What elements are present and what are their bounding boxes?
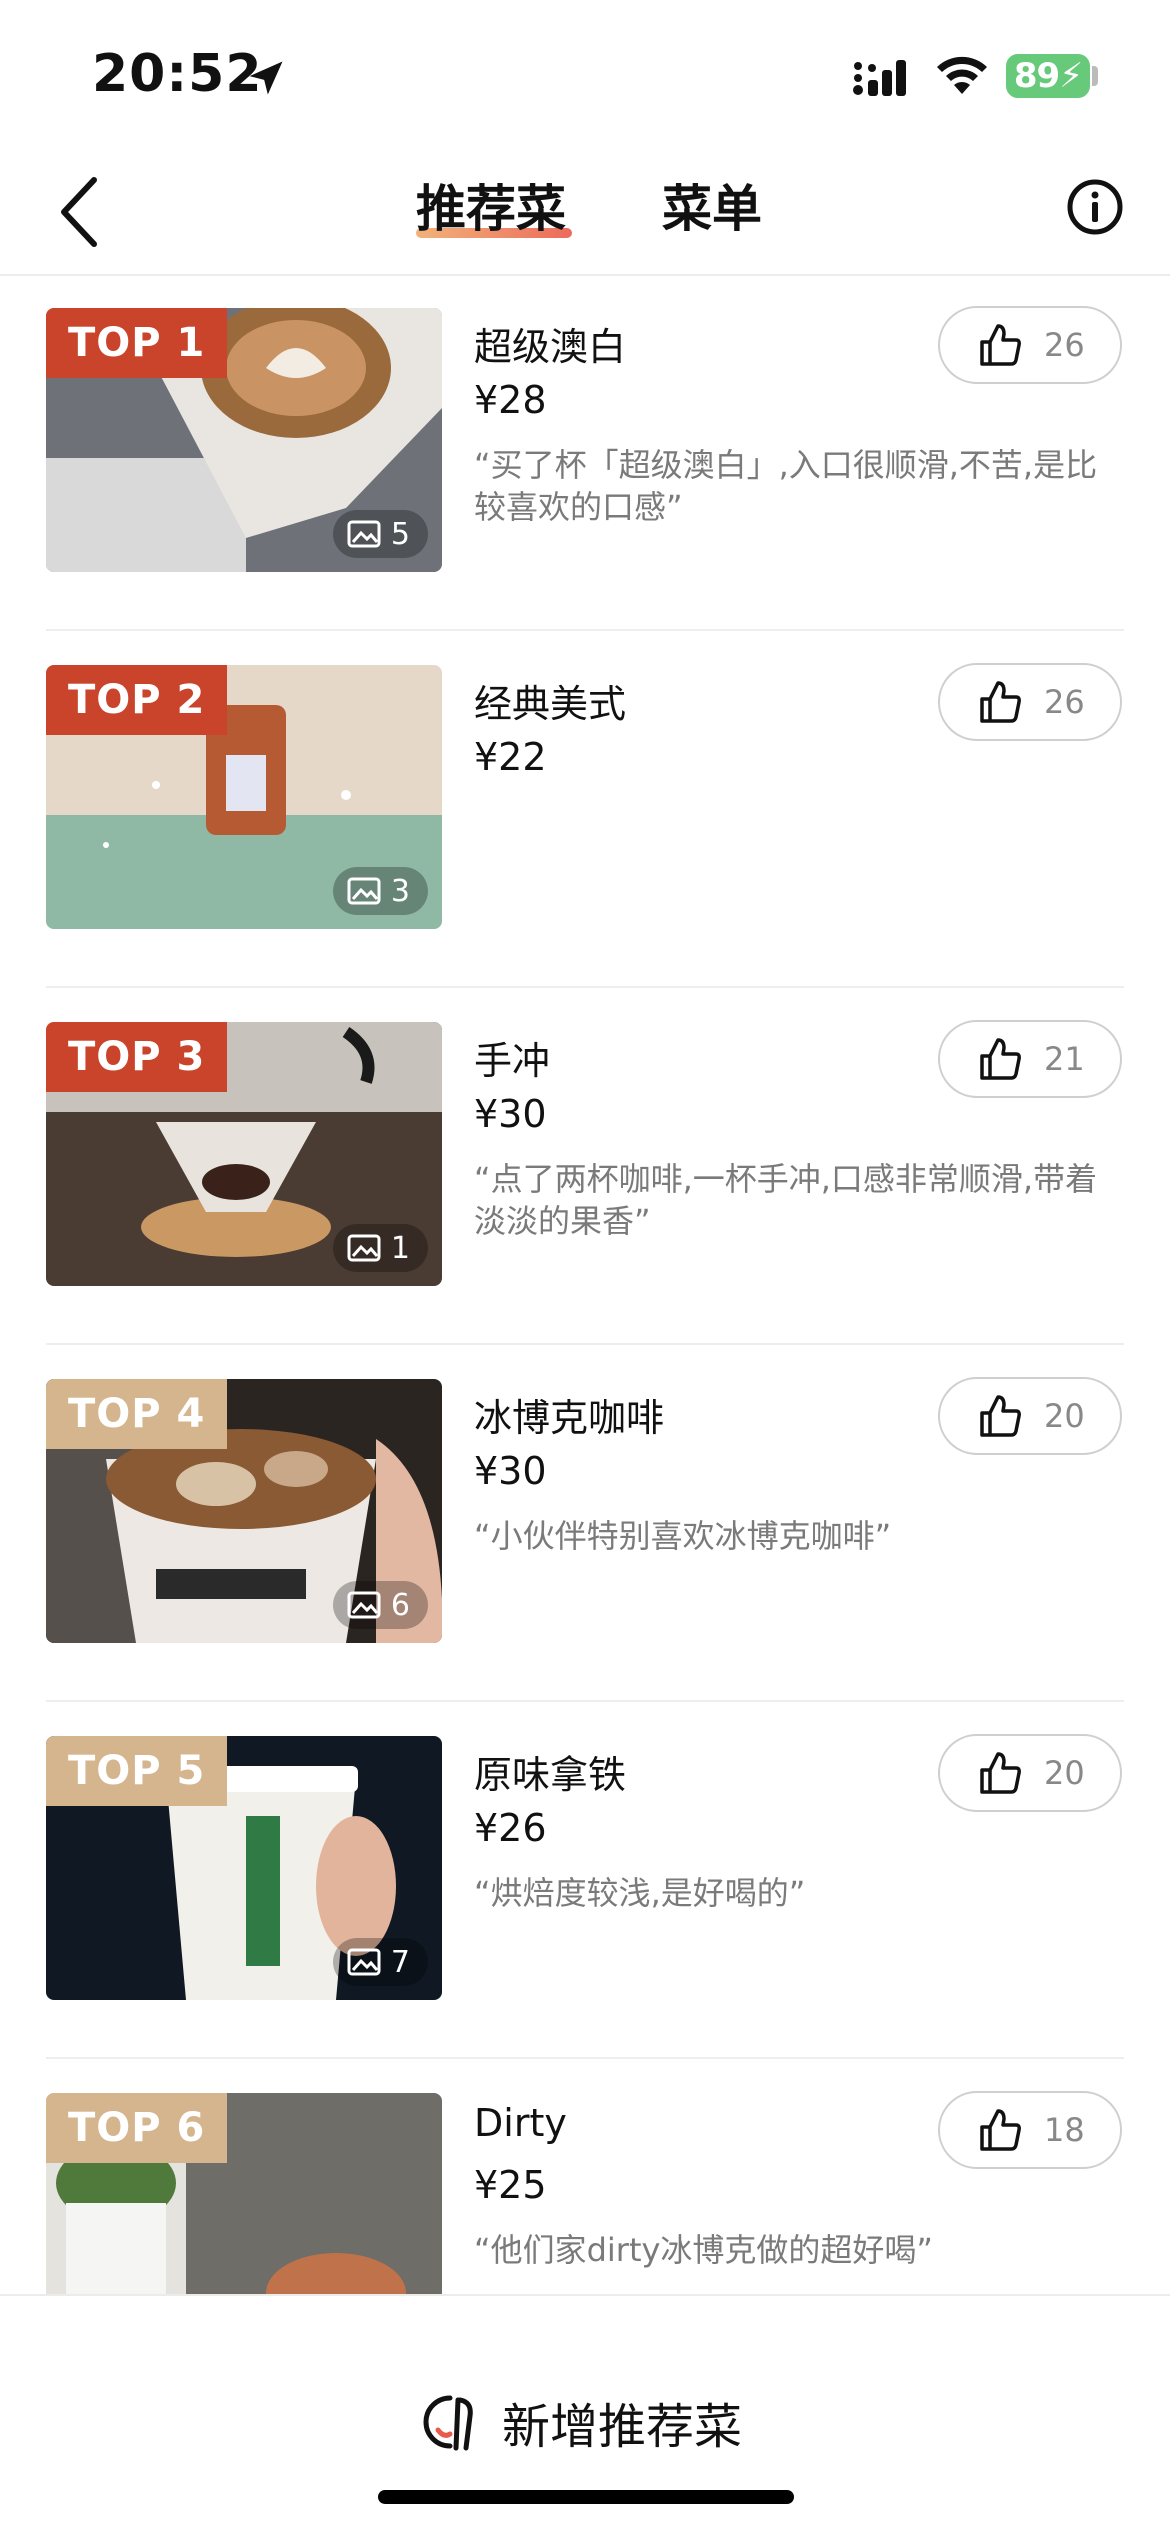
battery-indicator: 89 ⚡ [1006, 54, 1090, 98]
dish-price: ¥22 [474, 735, 547, 779]
nav-bar: 推荐菜 菜单 [0, 150, 1170, 276]
location-arrow-icon [249, 61, 283, 95]
photo-count-value: 5 [390, 516, 410, 552]
dish-item[interactable]: TOP 2 3 经典美式 ¥22 26 [0, 631, 1170, 988]
add-recommended-dish-button[interactable]: 新增推荐菜 [420, 2386, 742, 2458]
like-count: 18 [1044, 2111, 1085, 2149]
thumbs-up-icon [980, 1395, 1021, 1437]
status-time: 20:52 [92, 44, 263, 104]
dish-item[interactable]: TOP 1 5 超级澳白 ¥28 “买了杯「超级澳白」,入口很顺滑,不苦,是比较… [0, 274, 1170, 631]
rank-badge: TOP 5 [46, 1736, 228, 1806]
home-indicator[interactable] [378, 2490, 794, 2504]
photo-count-value: 6 [390, 1587, 410, 1623]
photo-count-value: 7 [390, 1944, 410, 1980]
dish-review: “点了两杯咖啡,一杯手冲,口感非常顺滑,带着淡淡的果香” [474, 1160, 1098, 1240]
thumbs-up-icon [980, 324, 1021, 366]
dish-photo[interactable]: TOP 5 7 [46, 1736, 442, 2000]
dish-item[interactable]: TOP 4 6 冰博克咖啡 ¥30 “小伙伴特别喜欢冰博克咖啡” 20 [0, 1345, 1170, 1702]
cellular-signal-icon [853, 60, 906, 96]
photo-count-value: 3 [390, 873, 410, 909]
recommended-dishes-screen: 20:52 89 ⚡ 推荐菜 菜单 TOP 1 5 超级澳白 ¥28 “买了杯「… [0, 0, 1170, 2532]
dish-price: ¥28 [474, 378, 547, 422]
like-count: 26 [1044, 683, 1085, 721]
battery-tip [1092, 66, 1098, 86]
image-icon [347, 1948, 381, 1976]
thumbs-up-icon [980, 681, 1021, 723]
like-button[interactable]: 21 [938, 1020, 1122, 1098]
dish-price: ¥30 [474, 1092, 547, 1136]
thumbs-up-icon [980, 1038, 1021, 1080]
dish-photo[interactable]: TOP 1 5 [46, 308, 442, 572]
photo-count: 1 [332, 1224, 428, 1272]
photo-count: 3 [332, 867, 428, 915]
photo-count-value: 1 [390, 1230, 410, 1266]
back-chevron-icon[interactable] [56, 174, 104, 250]
tab-recommended[interactable]: 推荐菜 [416, 174, 566, 244]
image-icon [347, 1591, 381, 1619]
like-count: 20 [1044, 1397, 1085, 1435]
dish-price: ¥25 [474, 2163, 547, 2207]
like-button[interactable]: 20 [938, 1734, 1122, 1812]
thumbs-up-icon [980, 1752, 1021, 1794]
photo-count: 7 [332, 1938, 428, 1986]
dish-photo[interactable]: TOP 3 1 [46, 1022, 442, 1286]
dish-photo[interactable]: TOP 2 3 [46, 665, 442, 929]
dish-price: ¥30 [474, 1449, 547, 1493]
image-icon [347, 877, 381, 905]
dish-photo[interactable]: TOP 4 6 [46, 1379, 442, 1643]
dish-item[interactable]: TOP 5 7 原味拿铁 ¥26 “烘焙度较浅,是好喝的” 20 [0, 1702, 1170, 2059]
dish-name: 超级澳白 [474, 325, 627, 369]
image-icon [347, 1234, 381, 1262]
status-bar: 20:52 89 ⚡ [0, 0, 1170, 150]
like-count: 21 [1044, 1040, 1085, 1078]
add-dish-icon [423, 2395, 473, 2451]
dish-name: 冰博克咖啡 [474, 1396, 665, 1440]
like-button[interactable]: 26 [938, 663, 1122, 741]
charging-bolt-icon: ⚡ [1059, 56, 1083, 96]
like-button[interactable]: 18 [938, 2091, 1122, 2169]
dish-name: 原味拿铁 [474, 1753, 627, 1797]
rank-badge: TOP 4 [46, 1379, 228, 1449]
like-count: 26 [1044, 326, 1085, 364]
thumbs-up-icon [980, 2109, 1021, 2151]
photo-count: 6 [332, 1581, 428, 1629]
like-button[interactable]: 26 [938, 306, 1122, 384]
rank-badge: TOP 6 [46, 2093, 228, 2163]
wifi-icon [937, 56, 987, 94]
dish-review: “小伙伴特别喜欢冰博克咖啡” [474, 1517, 892, 1555]
rank-badge: TOP 3 [46, 1022, 228, 1092]
dish-name: Dirty [474, 2101, 567, 2145]
dish-name: 经典美式 [474, 682, 627, 726]
dish-item[interactable]: TOP 3 1 手冲 ¥30 “点了两杯咖啡,一杯手冲,口感非常顺滑,带着淡淡的… [0, 988, 1170, 1345]
dish-price: ¥26 [474, 1806, 547, 1850]
info-icon[interactable] [1066, 178, 1124, 236]
dish-review: “他们家dirty冰博克做的超好喝” [474, 2231, 934, 2269]
like-button[interactable]: 20 [938, 1377, 1122, 1455]
rank-badge: TOP 2 [46, 665, 228, 735]
dish-review: “烘焙度较浅,是好喝的” [474, 1874, 806, 1912]
tab-menu[interactable]: 菜单 [662, 174, 762, 244]
add-button-label: 新增推荐菜 [502, 2399, 743, 2455]
image-icon [347, 520, 381, 548]
photo-count: 5 [332, 510, 428, 558]
battery-level: 89 [1013, 56, 1060, 96]
dish-list: TOP 1 5 超级澳白 ¥28 “买了杯「超级澳白」,入口很顺滑,不苦,是比较… [0, 274, 1170, 2416]
rank-badge: TOP 1 [46, 308, 228, 378]
like-count: 20 [1044, 1754, 1085, 1792]
dish-review: “买了杯「超级澳白」,入口很顺滑,不苦,是比较喜欢的口感” [474, 446, 1098, 526]
dish-name: 手冲 [474, 1039, 551, 1083]
